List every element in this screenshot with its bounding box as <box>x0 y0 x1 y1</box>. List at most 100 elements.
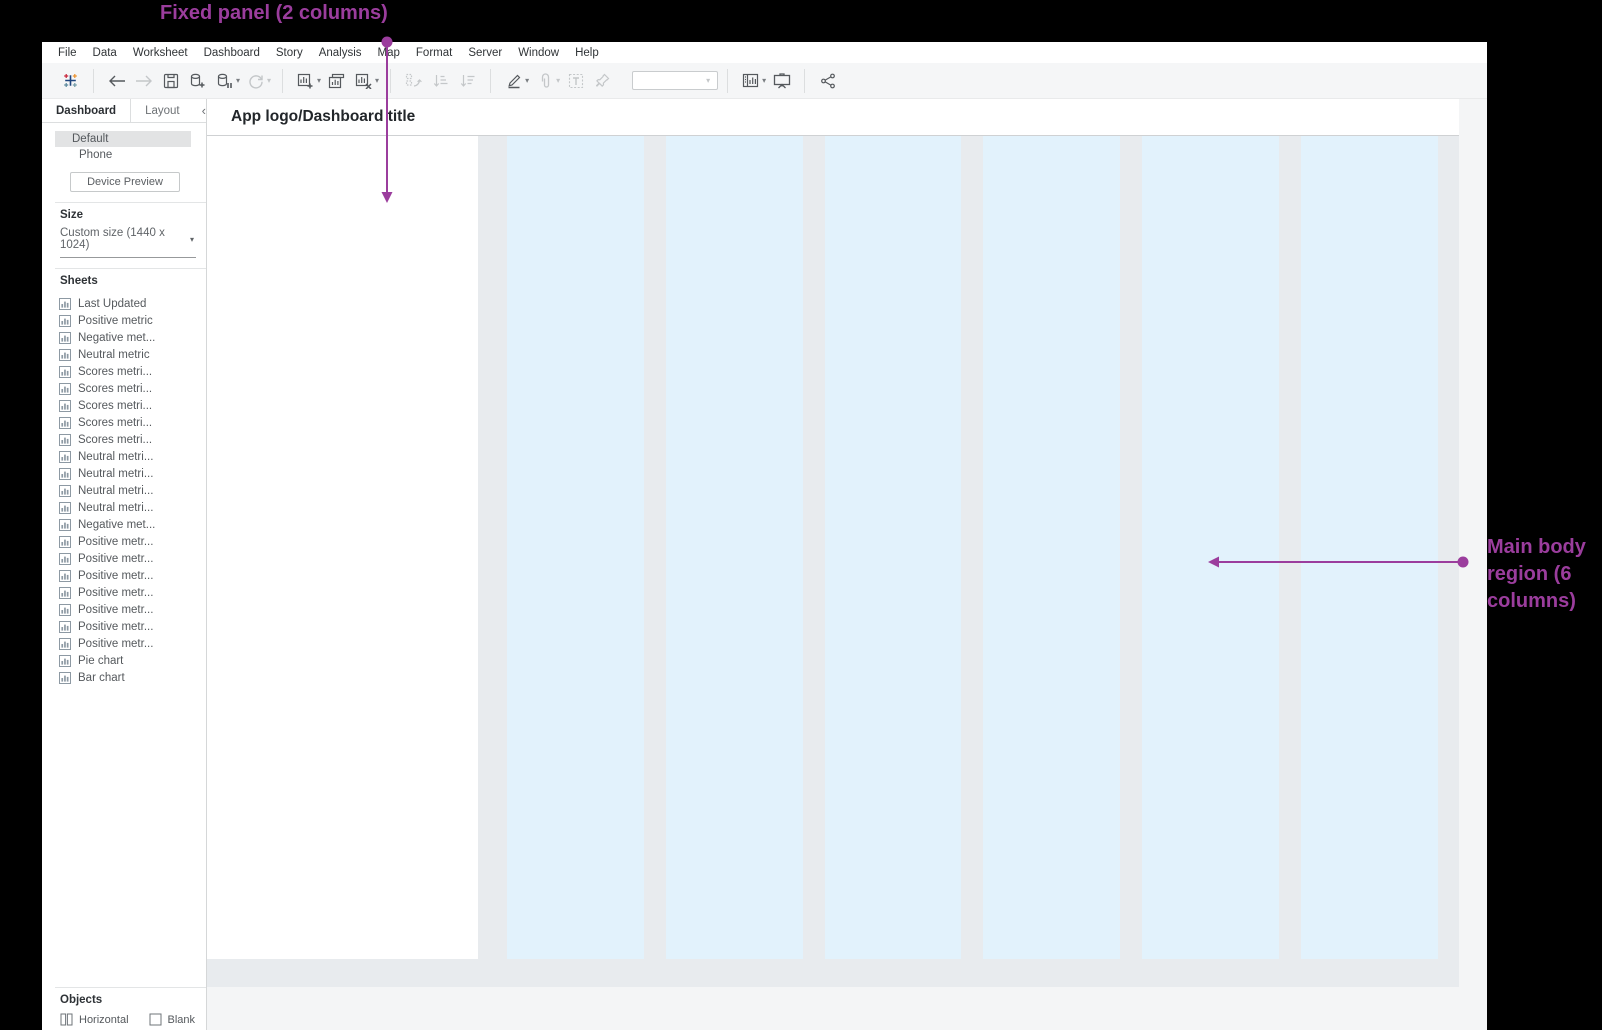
clear-sheet-icon[interactable] <box>350 67 377 94</box>
sheet-item[interactable]: Neutral metri... <box>42 448 206 465</box>
pin-icon[interactable] <box>589 67 616 94</box>
sheet-item[interactable]: Neutral metri... <box>42 499 206 516</box>
dashboard-artboard[interactable]: App logo/Dashboard title <box>207 99 1459 987</box>
body-column-4[interactable] <box>983 136 1120 959</box>
menu-item[interactable]: Data <box>85 47 125 59</box>
attachment-icon[interactable] <box>531 67 558 94</box>
sidebar-divider <box>55 987 206 988</box>
object-blank[interactable]: Blank <box>149 1013 196 1026</box>
menu-item[interactable]: Dashboard <box>196 47 268 59</box>
menu-item[interactable]: Story <box>268 47 311 59</box>
share-icon[interactable] <box>814 67 841 94</box>
dropdown-caret-icon[interactable] <box>267 76 271 85</box>
sheet-item[interactable]: Positive metric <box>42 312 206 329</box>
worksheet-icon <box>59 604 71 616</box>
sheet-item-label: Positive metr... <box>78 638 153 650</box>
body-column-2[interactable] <box>666 136 803 959</box>
run-update-icon[interactable] <box>242 67 269 94</box>
sheet-item[interactable]: Negative met... <box>42 329 206 346</box>
swap-rows-columns-icon[interactable] <box>400 67 427 94</box>
sheet-item[interactable]: Scores metri... <box>42 363 206 380</box>
device-preview-button[interactable]: Device Preview <box>70 172 180 192</box>
show-hide-cards-icon[interactable] <box>737 67 764 94</box>
sort-ascending-icon[interactable] <box>427 67 454 94</box>
dropdown-caret-icon[interactable] <box>762 76 766 85</box>
sheet-item[interactable]: Scores metri... <box>42 414 206 431</box>
sheet-item-label: Scores metri... <box>78 400 152 412</box>
save-icon[interactable] <box>157 67 184 94</box>
dropdown-caret-icon[interactable] <box>317 76 321 85</box>
menu-item[interactable]: Analysis <box>311 47 370 59</box>
menu-item[interactable]: File <box>50 47 85 59</box>
sheet-item[interactable]: Neutral metric <box>42 346 206 363</box>
canvas-pasteboard: App logo/Dashboard title <box>207 99 1487 1030</box>
highlight-icon[interactable] <box>500 67 527 94</box>
sort-descending-icon[interactable] <box>454 67 481 94</box>
sheet-item[interactable]: Positive metr... <box>42 601 206 618</box>
sheet-item[interactable]: Scores metri... <box>42 397 206 414</box>
worksheet-icon <box>59 536 71 548</box>
body-column-5[interactable] <box>1142 136 1279 959</box>
object-horizontal[interactable]: Horizontal <box>60 1013 129 1026</box>
worksheet-icon <box>59 417 71 429</box>
collapse-pane-icon[interactable]: ‹ <box>194 103 207 118</box>
dropdown-caret-icon[interactable] <box>236 76 240 85</box>
menu-item[interactable]: Help <box>567 47 607 59</box>
dropdown-caret-icon[interactable] <box>525 76 529 85</box>
sheet-item-label: Neutral metri... <box>78 502 153 514</box>
sheet-item[interactable]: Positive metr... <box>42 550 206 567</box>
sheet-item[interactable]: Positive metr... <box>42 635 206 652</box>
new-data-source-icon[interactable] <box>184 67 211 94</box>
annotation-main-body: Main body region (6 columns) <box>1487 534 1599 615</box>
sheet-item[interactable]: Positive metr... <box>42 618 206 635</box>
annotation-fixed-panel: Fixed panel (2 columns) <box>160 2 388 25</box>
menu-item[interactable]: Map <box>370 47 408 59</box>
pause-auto-updates-icon[interactable] <box>211 67 238 94</box>
dropdown-caret-icon[interactable] <box>556 76 560 85</box>
sheet-item[interactable]: Neutral metri... <box>42 482 206 499</box>
duplicate-sheet-icon[interactable] <box>323 67 350 94</box>
fixed-panel-region[interactable] <box>207 136 478 959</box>
new-worksheet-icon[interactable] <box>292 67 319 94</box>
body-column-3[interactable] <box>825 136 962 959</box>
sheet-item[interactable]: Bar chart <box>42 669 206 686</box>
worksheet-icon <box>59 485 71 497</box>
size-select[interactable]: Custom size (1440 x 1024) <box>60 227 196 258</box>
sheet-item[interactable]: Neutral metri... <box>42 465 206 482</box>
worksheet-icon <box>59 366 71 378</box>
sheet-item[interactable]: Positive metr... <box>42 567 206 584</box>
size-select-value: Custom size (1440 x 1024) <box>60 227 192 251</box>
text-label-icon[interactable] <box>562 67 589 94</box>
redo-icon[interactable] <box>130 67 157 94</box>
sheet-item[interactable]: Scores metri... <box>42 380 206 397</box>
toolbar-separator <box>804 69 805 93</box>
worksheet-icon <box>59 451 71 463</box>
body-column-1[interactable] <box>507 136 644 959</box>
window-content: Dashboard Layout ‹ Default Phone Device … <box>42 99 1487 1030</box>
menu-item[interactable]: Window <box>510 47 567 59</box>
menu-item[interactable]: Server <box>460 47 510 59</box>
sheet-item[interactable]: Positive metr... <box>42 584 206 601</box>
fit-selector-dropdown[interactable] <box>632 71 718 90</box>
worksheet-icon <box>59 383 71 395</box>
tableau-logo-icon[interactable] <box>57 67 84 94</box>
device-mode-phone[interactable]: Phone <box>55 147 191 163</box>
tab-layout[interactable]: Layout <box>131 99 194 122</box>
toolbar-separator <box>93 69 94 93</box>
tab-dashboard[interactable]: Dashboard <box>42 99 131 122</box>
undo-icon[interactable] <box>103 67 130 94</box>
device-mode-default[interactable]: Default <box>55 131 191 147</box>
menu-item[interactable]: Format <box>408 47 460 59</box>
sidebar-tabs: Dashboard Layout ‹ <box>42 99 206 123</box>
body-column-6[interactable] <box>1301 136 1438 959</box>
sheet-item[interactable]: Pie chart <box>42 652 206 669</box>
sheet-item[interactable]: Negative met... <box>42 516 206 533</box>
sheet-item[interactable]: Last Updated <box>42 295 206 312</box>
sheet-item[interactable]: Scores metri... <box>42 431 206 448</box>
sheet-item[interactable]: Positive metr... <box>42 533 206 550</box>
worksheet-icon <box>59 672 71 684</box>
presentation-mode-icon[interactable] <box>768 67 795 94</box>
dropdown-caret-icon[interactable] <box>375 76 379 85</box>
menu-item[interactable]: Worksheet <box>125 47 196 59</box>
dashboard-title-object[interactable]: App logo/Dashboard title <box>207 99 1459 136</box>
